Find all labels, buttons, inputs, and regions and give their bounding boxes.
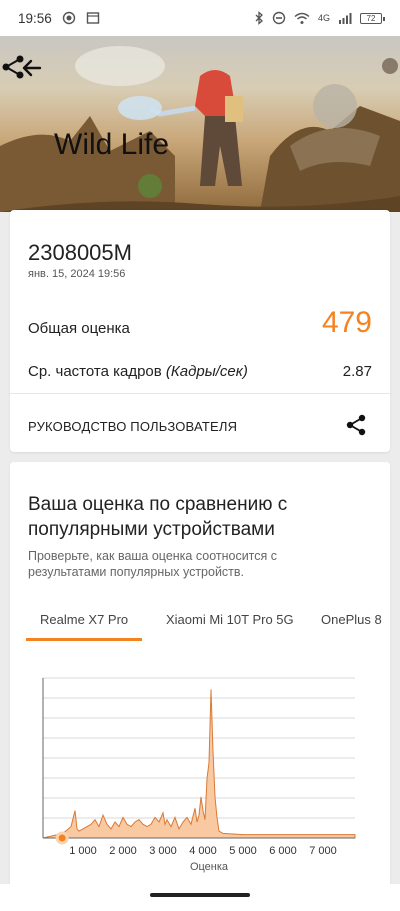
result-datetime: янв. 15, 2024 19:56 bbox=[28, 268, 126, 280]
active-tab-indicator bbox=[26, 638, 142, 641]
overall-score-label: Общая оценка bbox=[28, 320, 130, 337]
device-tabs: Realme X7 Pro Xiaomi Mi 10T Pro 5G OnePl… bbox=[26, 604, 390, 642]
fps-label-prefix: Ср. частота кадров bbox=[28, 363, 166, 380]
guide-share-icon[interactable] bbox=[344, 413, 368, 437]
fps-label-unit: (Кадры/сек) bbox=[165, 363, 248, 380]
user-guide-link[interactable]: РУКОВОДСТВО ПОЛЬЗОВАТЕЛЯ bbox=[28, 419, 237, 434]
device-name: 2308005M bbox=[28, 240, 132, 265]
test-title: Wild Life bbox=[54, 128, 170, 161]
hero-banner: Wild Life bbox=[0, 36, 400, 212]
battery-level: 72 bbox=[366, 13, 376, 23]
screen-icon bbox=[86, 12, 99, 24]
fps-value: 2.87 bbox=[342, 363, 372, 380]
x-tick-label: 6 000 bbox=[269, 845, 297, 857]
signal-icon bbox=[339, 13, 352, 24]
comparison-title: Ваша оценка по сравнению с популярными у… bbox=[28, 494, 288, 540]
wifi-icon bbox=[294, 12, 310, 24]
status-time: 19:56 bbox=[18, 10, 52, 26]
comparison-card: Ваша оценка по сравнению с популярными у… bbox=[10, 462, 390, 911]
x-axis-label: Оценка bbox=[190, 861, 229, 873]
dnd-icon bbox=[272, 11, 286, 25]
status-bar: 19:56 4G 72 bbox=[0, 0, 400, 36]
hero-artwork bbox=[0, 46, 400, 212]
divider bbox=[10, 393, 390, 394]
your-score-marker bbox=[55, 831, 69, 845]
share-icon[interactable] bbox=[0, 54, 26, 80]
x-tick-label: 7 000 bbox=[309, 845, 337, 857]
x-tick-label: 3 000 bbox=[149, 845, 177, 857]
x-tick-label: 1 000 bbox=[69, 845, 97, 857]
tab-xiaomi-mi-10t-pro[interactable]: Xiaomi Mi 10T Pro 5G bbox=[166, 612, 294, 627]
bluetooth-icon bbox=[255, 11, 263, 25]
distribution-area bbox=[42, 689, 356, 839]
navigation-bar bbox=[0, 884, 400, 911]
comparison-subtitle: Проверьте, как ваша оценка соотносится с… bbox=[28, 549, 278, 579]
score-distribution-chart: 1 000 2 000 3 000 4 000 5 000 6 000 7 000 Оцен… bbox=[42, 677, 356, 873]
tab-realme-x7-pro[interactable]: Realme X7 Pro bbox=[40, 612, 128, 627]
x-tick-label: 5 000 bbox=[229, 845, 257, 857]
overall-score-value: 479 bbox=[321, 306, 372, 339]
x-tick-label: 4 000 bbox=[189, 845, 217, 857]
battery-icon: 72 bbox=[360, 12, 385, 24]
record-icon bbox=[62, 11, 75, 25]
x-tick-label: 2 000 bbox=[109, 845, 137, 857]
fps-label: Ср. частота кадров (Кадры/сек) bbox=[28, 363, 248, 380]
network-type: 4G bbox=[317, 13, 330, 23]
result-card: 2308005M янв. 15, 2024 19:56 Общая оценк… bbox=[10, 210, 390, 452]
home-gesture-bar[interactable] bbox=[150, 893, 250, 897]
tab-oneplus-8[interactable]: OnePlus 8 bbox=[321, 612, 382, 627]
